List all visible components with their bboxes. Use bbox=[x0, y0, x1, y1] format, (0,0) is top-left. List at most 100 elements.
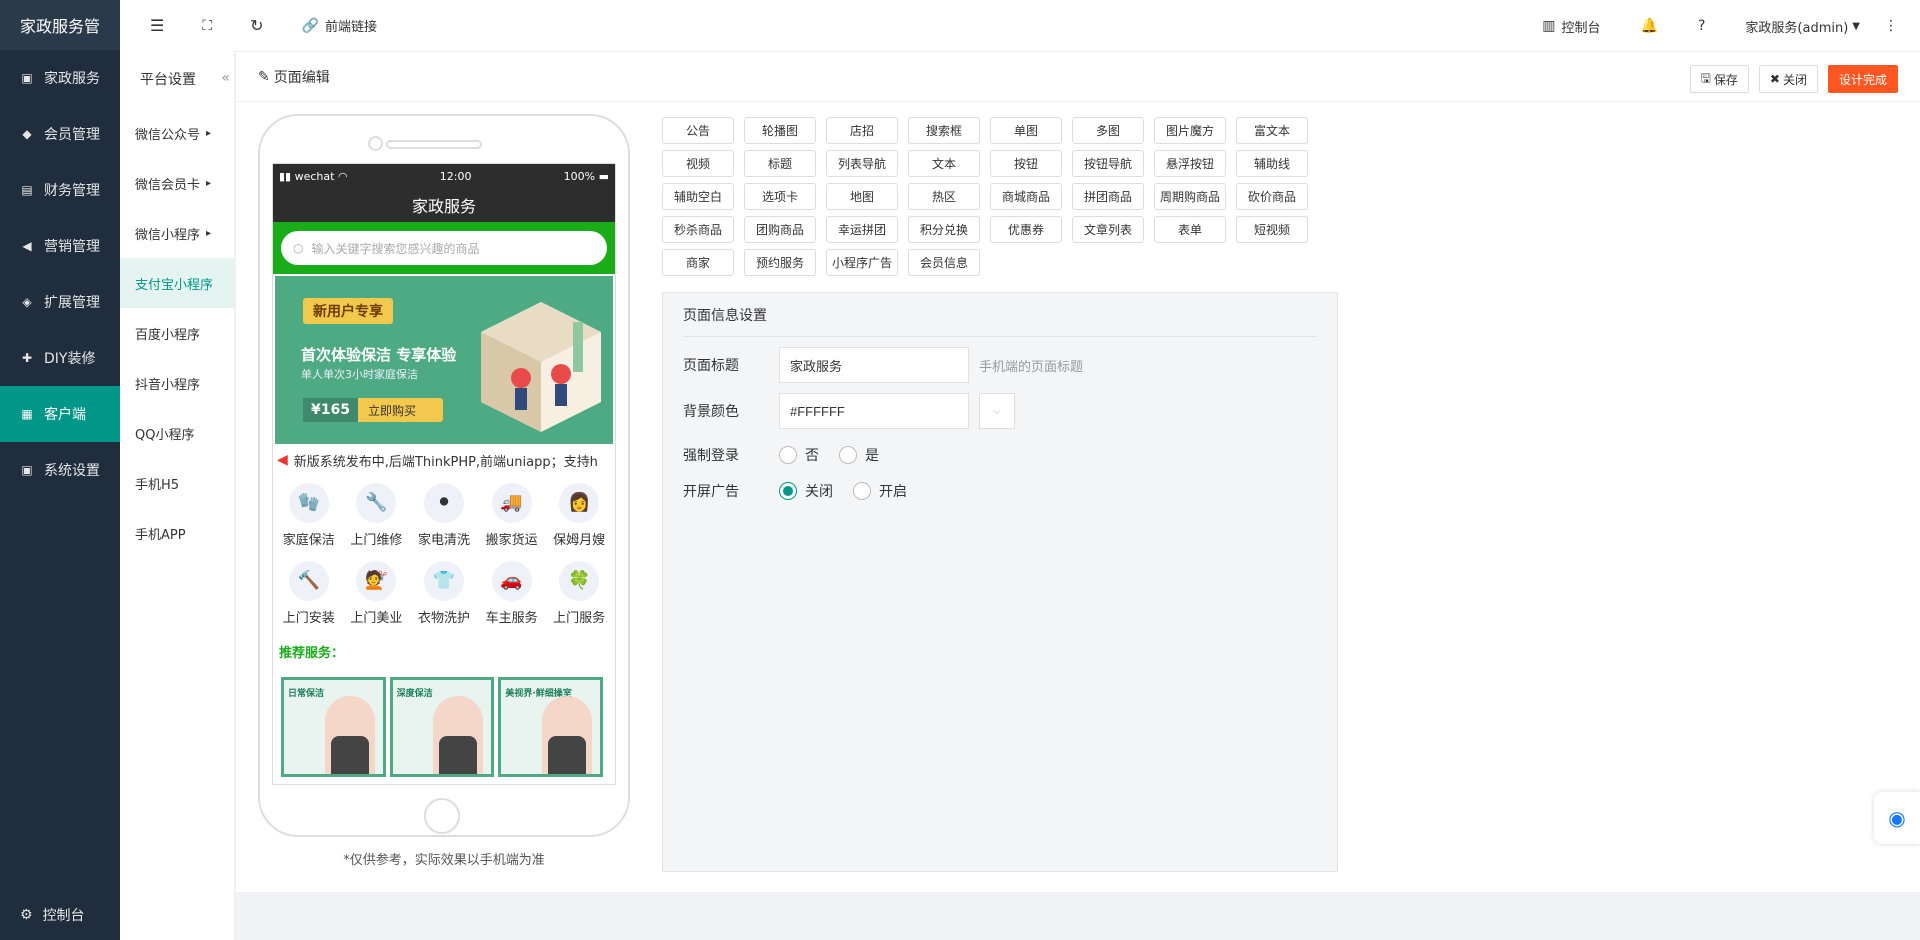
phone-notice[interactable]: ◀ 新版系统发布中,后端ThinkPHP,前端uniapp；支持h bbox=[273, 444, 615, 476]
page-title-input[interactable] bbox=[779, 347, 969, 383]
subnav-item-app[interactable]: 手机APP bbox=[120, 508, 234, 558]
user-menu[interactable]: 家政服务(admin) ▼ bbox=[1745, 17, 1860, 36]
frontend-link[interactable]: 🔗 前端链接 bbox=[302, 16, 377, 36]
color-picker[interactable]: ⌵ bbox=[979, 393, 1015, 429]
component-button[interactable]: 砍价商品 bbox=[1236, 183, 1308, 210]
service-item[interactable]: 💇 上门美业 bbox=[343, 554, 411, 632]
subnav-item-wechat-official[interactable]: 微信公众号 ▸ bbox=[120, 108, 234, 158]
component-button[interactable]: 辅助空白 bbox=[662, 183, 734, 210]
component-button[interactable]: 秒杀商品 bbox=[662, 216, 734, 243]
component-button[interactable]: 店招 bbox=[826, 117, 898, 144]
force-login-no-radio[interactable]: 否 bbox=[779, 445, 819, 465]
splash-ad-off-radio[interactable]: 关闭 bbox=[779, 481, 833, 501]
component-button[interactable]: 按钮 bbox=[990, 150, 1062, 177]
component-button[interactable]: 文章列表 bbox=[1072, 216, 1144, 243]
bg-color-input[interactable] bbox=[779, 393, 969, 429]
sidebar-item-extensions[interactable]: ◈ 扩展管理 bbox=[0, 274, 120, 330]
component-button[interactable]: 地图 bbox=[826, 183, 898, 210]
subnav-item-h5[interactable]: 手机H5 bbox=[120, 458, 234, 508]
component-button[interactable]: 单图 bbox=[990, 117, 1062, 144]
component-button[interactable]: 视频 bbox=[662, 150, 734, 177]
phone-search-input[interactable]: ○ 输入关键字搜索您感兴趣的商品 bbox=[281, 231, 607, 265]
subnav-item-alipay-miniapp[interactable]: 支付宝小程序 bbox=[120, 258, 234, 308]
recommend-card[interactable]: 美视界·鲜细操室 bbox=[498, 677, 604, 777]
service-item[interactable]: ⚫ 家电清洗 bbox=[410, 476, 478, 554]
component-button[interactable]: 优惠券 bbox=[990, 216, 1062, 243]
component-button[interactable]: 富文本 bbox=[1236, 117, 1308, 144]
sidebar-item-diy[interactable]: ✚ DIY装修 bbox=[0, 330, 120, 386]
component-button[interactable]: 轮播图 bbox=[744, 117, 816, 144]
subnav-item-wechat-miniapp[interactable]: 微信小程序 ▸ bbox=[120, 208, 234, 258]
service-item[interactable]: 🚗 车主服务 bbox=[478, 554, 546, 632]
gem-icon: ◆ bbox=[22, 127, 32, 141]
service-item[interactable]: 👕 衣物洗护 bbox=[410, 554, 478, 632]
component-button[interactable]: 预约服务 bbox=[744, 249, 816, 276]
component-button[interactable]: 拼团商品 bbox=[1072, 183, 1144, 210]
help-icon[interactable]: ? bbox=[1698, 18, 1705, 34]
car-icon: 🚗 bbox=[491, 560, 532, 601]
truck-icon: 🚚 bbox=[491, 482, 532, 523]
bell-icon[interactable]: 🔔 bbox=[1641, 18, 1658, 34]
component-button[interactable]: 幸运拼团 bbox=[826, 216, 898, 243]
component-button[interactable]: 表单 bbox=[1154, 216, 1226, 243]
component-button[interactable]: 热区 bbox=[908, 183, 980, 210]
sidebar-item-system-settings[interactable]: ▣ 系统设置 bbox=[0, 442, 120, 498]
sidebar-item-housekeeping[interactable]: ▣ 家政服务 bbox=[0, 50, 120, 106]
banner-buy-button[interactable]: 立即购买 bbox=[358, 402, 416, 419]
component-button[interactable]: 短视频 bbox=[1236, 216, 1308, 243]
sidebar-item-members[interactable]: ◆ 会员管理 bbox=[0, 106, 120, 162]
component-button[interactable]: 按钮导航 bbox=[1072, 150, 1144, 177]
support-widget-icon[interactable]: ◉ bbox=[1874, 792, 1920, 844]
subnav-item-wechat-card[interactable]: 微信会员卡 ▸ bbox=[120, 158, 234, 208]
component-button[interactable]: 标题 bbox=[744, 150, 816, 177]
phone-screen[interactable]: ▮▮ wechat ◠ 12:00 100% ▬ 家政服务 ○ 输入关键字搜索您感… bbox=[272, 163, 616, 785]
save-button[interactable]: 🖫 保存 bbox=[1689, 65, 1749, 93]
fullscreen-icon[interactable]: ⛶ bbox=[202, 18, 212, 34]
menu-toggle-icon[interactable]: ☰ bbox=[150, 16, 164, 35]
service-item[interactable]: 🚚 搬家货运 bbox=[478, 476, 546, 554]
subnav-item-douyin-miniapp[interactable]: 抖音小程序 bbox=[120, 358, 234, 408]
service-item[interactable]: 🧤 家庭保洁 bbox=[275, 476, 343, 554]
component-button[interactable]: 商家 bbox=[662, 249, 734, 276]
sidebar-item-client[interactable]: ▦ 客户端 bbox=[0, 386, 120, 442]
recommend-card[interactable]: 日常保洁 bbox=[281, 677, 386, 777]
component-button[interactable]: 搜索框 bbox=[908, 117, 980, 144]
service-item[interactable]: 🔨 上门安装 bbox=[275, 554, 343, 632]
component-button[interactable]: 列表导航 bbox=[826, 150, 898, 177]
component-button[interactable]: 选项卡 bbox=[744, 183, 816, 210]
design-complete-button[interactable]: 设计完成 bbox=[1827, 65, 1898, 93]
force-login-yes-radio[interactable]: 是 bbox=[839, 445, 879, 465]
sidebar-footer-console[interactable]: ⚙ 控制台 bbox=[0, 890, 120, 940]
recommend-card[interactable]: 深度保洁 bbox=[389, 677, 495, 777]
collapse-icon[interactable]: « bbox=[221, 70, 230, 86]
phone-banner[interactable]: 新用户专享 首次体验保洁 专享体验 单人单次3小时家庭保洁 ¥165 立即购买 bbox=[275, 276, 613, 444]
more-icon[interactable]: ⋮ bbox=[1884, 18, 1898, 34]
component-button[interactable]: 多图 bbox=[1072, 117, 1144, 144]
console-link[interactable]: ▥ 控制台 bbox=[1542, 17, 1600, 36]
service-item[interactable]: 🔧 上门维修 bbox=[343, 476, 411, 554]
component-button[interactable]: 公告 bbox=[662, 117, 734, 144]
component-button[interactable]: 悬浮按钮 bbox=[1154, 150, 1226, 177]
component-button[interactable]: 会员信息 bbox=[908, 249, 980, 276]
component-button[interactable]: 文本 bbox=[908, 150, 980, 177]
component-button[interactable]: 商城商品 bbox=[990, 183, 1062, 210]
subnav-item-baidu-miniapp[interactable]: 百度小程序 bbox=[120, 308, 234, 358]
component-button[interactable]: 图片魔方 bbox=[1154, 117, 1226, 144]
splash-ad-on-radio[interactable]: 开启 bbox=[853, 481, 907, 501]
megaphone-icon: ◀ bbox=[22, 239, 32, 253]
money-icon: ▤ bbox=[21, 183, 33, 197]
service-item[interactable]: 👩 保姆月嫂 bbox=[545, 476, 613, 554]
radio-circle bbox=[779, 446, 797, 464]
component-button[interactable]: 周期购商品 bbox=[1154, 183, 1226, 210]
component-button[interactable]: 积分兑换 bbox=[908, 216, 980, 243]
close-button[interactable]: ✖ 关闭 bbox=[1758, 65, 1818, 93]
component-button[interactable]: 团购商品 bbox=[744, 216, 816, 243]
component-button[interactable]: 辅助线 bbox=[1236, 150, 1308, 177]
subnav-item-qq-miniapp[interactable]: QQ小程序 bbox=[120, 408, 234, 458]
service-item[interactable]: 🍀 上门服务 bbox=[545, 554, 613, 632]
sidebar-item-finance[interactable]: ▤ 财务管理 bbox=[0, 162, 120, 218]
component-palette: 公告 轮播图 店招 搜索框 单图 多图 图片魔方 富文本视频 标题 列表导航 文本 按钮 按钮导航 悬浮按… bbox=[662, 117, 1322, 282]
component-button[interactable]: 小程序广告 bbox=[826, 249, 898, 276]
sidebar-item-marketing[interactable]: ◀ 营销管理 bbox=[0, 218, 120, 274]
refresh-icon[interactable]: ↻ bbox=[250, 16, 263, 35]
